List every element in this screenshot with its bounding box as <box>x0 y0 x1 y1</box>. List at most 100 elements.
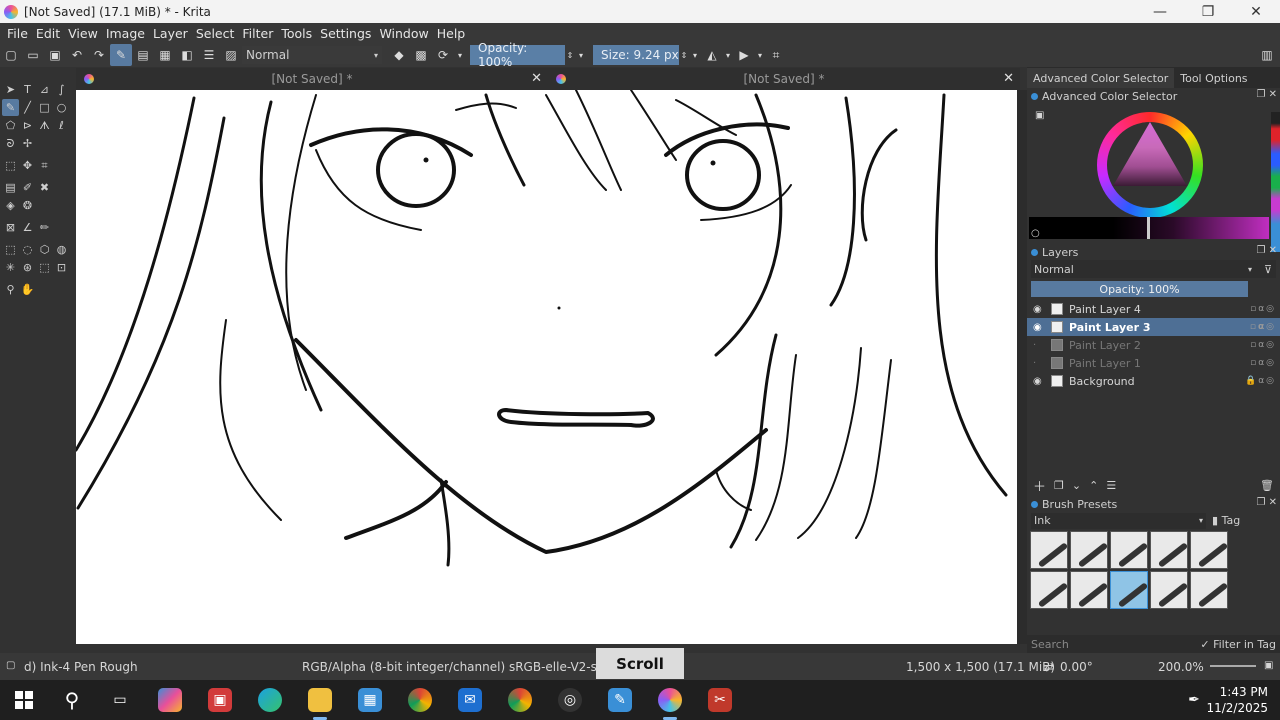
brush-preset-icon[interactable]: ▨ <box>220 44 242 66</box>
save-icon[interactable]: ▣ <box>44 44 66 66</box>
chevron-down-icon[interactable]: ▾ <box>454 44 466 66</box>
move-down-icon[interactable]: ⌄ <box>1072 479 1081 492</box>
maximize-button[interactable]: ❐ <box>1184 0 1232 23</box>
zoom-tool-icon[interactable]: ⚲ <box>2 281 19 298</box>
move-tool-icon[interactable]: ✥ <box>19 157 36 174</box>
layer-row[interactable]: · Paint Layer 1 ▫α◎ <box>1027 354 1280 372</box>
drawing-canvas[interactable] <box>76 90 1017 644</box>
chevron-down-icon[interactable]: ▾ <box>575 44 587 66</box>
layer-row[interactable]: · Paint Layer 2 ▫α◎ <box>1027 336 1280 354</box>
pen-menu-icon[interactable]: ✒ <box>1182 688 1206 712</box>
layer-menu-icon[interactable]: ☰ <box>1106 479 1116 492</box>
crop-tool-icon[interactable]: ⌗ <box>36 157 53 174</box>
float-close-icon[interactable]: ❐ ✕ <box>1256 497 1277 508</box>
contiguous-select-tool-icon[interactable]: ✳ <box>2 259 19 276</box>
color-history-strip[interactable] <box>1271 112 1280 252</box>
chevron-down-icon[interactable]: ▾ <box>755 44 765 66</box>
freehand-brush-tool-icon[interactable]: ✎ <box>2 99 19 116</box>
brush-preset-item[interactable] <box>1030 531 1068 569</box>
color-picker-tool-icon[interactable]: ✐ <box>19 179 36 196</box>
add-layer-icon[interactable]: ＋ <box>1033 476 1046 495</box>
layer-blend-mode-select[interactable]: Normal ▾ ⊽ <box>1031 260 1276 278</box>
fullscreen-icon[interactable]: ▣ <box>1264 660 1273 671</box>
ellipse-select-tool-icon[interactable]: ◌ <box>19 241 36 258</box>
brush-preset-item-active[interactable] <box>1110 571 1148 609</box>
select-shapes-tool-icon[interactable]: ➤ <box>2 81 19 98</box>
minimize-button[interactable]: — <box>1136 0 1184 23</box>
layer-row[interactable]: ◉ Background 🔒α◎ <box>1027 372 1280 390</box>
rotation-icon[interactable]: ⇄ <box>1044 660 1054 674</box>
obs-icon[interactable]: ◎ <box>558 688 582 712</box>
assistant-tool-icon[interactable]: ⊠ <box>2 219 19 236</box>
transform-tool-icon[interactable]: ⬚ <box>2 157 19 174</box>
float-close-icon[interactable]: ❐ ✕ <box>1256 89 1277 100</box>
undo-icon[interactable]: ↶ <box>66 44 88 66</box>
brush-preset-item[interactable] <box>1150 571 1188 609</box>
close-window-button[interactable]: ✕ <box>1232 0 1280 23</box>
freehand-select-tool-icon[interactable]: ◍ <box>53 241 70 258</box>
ellipse-tool-icon[interactable]: ○ <box>53 99 70 116</box>
reference-tool-icon[interactable]: ✏ <box>36 219 53 236</box>
copilot-icon[interactable] <box>158 688 182 712</box>
layer-row[interactable]: ◉ Paint Layer 4 ▫α◎ <box>1027 300 1280 318</box>
tab-tool-options[interactable]: Tool Options <box>1174 68 1253 88</box>
brush-preset-item[interactable] <box>1070 531 1108 569</box>
search-icon[interactable]: ⚲ <box>60 688 84 712</box>
mail-icon[interactable]: ✉ <box>458 688 482 712</box>
menu-file[interactable]: File <box>3 26 32 41</box>
lightness-handle[interactable] <box>1147 217 1150 239</box>
eye-icon[interactable]: ◉ <box>1033 322 1047 333</box>
tag-button[interactable]: ▮ Tag <box>1212 514 1240 527</box>
duplicate-layer-icon[interactable]: ❐ <box>1054 479 1064 492</box>
fg-bg-color-icon[interactable]: ◧ <box>176 44 198 66</box>
file-explorer-icon[interactable] <box>308 688 332 712</box>
brush-tag-select[interactable]: Ink ▾ <box>1031 512 1206 529</box>
close-tab-button[interactable]: ✕ <box>1003 71 1014 86</box>
move-up-icon[interactable]: ⌃ <box>1089 479 1098 492</box>
snipping-tool-icon[interactable]: ✂ <box>708 688 732 712</box>
eye-hidden-icon[interactable]: · <box>1033 358 1047 369</box>
polygon-select-tool-icon[interactable]: ⬡ <box>36 241 53 258</box>
brush-preset-item[interactable] <box>1190 531 1228 569</box>
rotation-value[interactable]: 0.00° <box>1060 660 1093 674</box>
dynamic-brush-tool-icon[interactable]: ᘐ <box>2 135 19 152</box>
rectangle-tool-icon[interactable]: □ <box>36 99 53 116</box>
bezier-select-tool-icon[interactable]: ⬚ <box>36 259 53 276</box>
freehand-path-tool-icon[interactable]: ℓ <box>53 117 70 134</box>
float-close-icon[interactable]: ❐ ✕ <box>1256 245 1277 256</box>
canvas-vertical-scrollbar[interactable] <box>1017 90 1027 644</box>
opacity-slider[interactable]: Opacity: 100% <box>470 41 565 69</box>
lightness-slider[interactable] <box>1029 217 1269 239</box>
chevron-down-icon[interactable]: ▾ <box>689 44 701 66</box>
menu-help[interactable]: Help <box>433 26 470 41</box>
menu-filter[interactable]: Filter <box>238 26 277 41</box>
opacity-spin-icon[interactable]: ⇕ <box>565 44 575 66</box>
filter-icon[interactable]: ⊽ <box>1264 263 1272 276</box>
brush-preset-item[interactable] <box>1150 531 1188 569</box>
layer-flags-icon[interactable]: ▫α◎ <box>1250 340 1276 350</box>
measure-tool-icon[interactable]: ∠ <box>19 219 36 236</box>
menu-edit[interactable]: Edit <box>32 26 64 41</box>
open-folder-icon[interactable]: ▭ <box>22 44 44 66</box>
brush-search-input[interactable]: Search ✓ Filter in Tag <box>1027 635 1280 653</box>
eye-icon[interactable]: ◉ <box>1033 304 1047 315</box>
layer-opacity-slider[interactable]: Opacity: 100% <box>1031 281 1248 297</box>
gradient-tool-icon[interactable]: ▤ <box>2 179 19 196</box>
chrome-icon[interactable] <box>408 688 432 712</box>
delete-layer-icon[interactable]: 🗑 <box>1260 479 1274 492</box>
similar-select-tool-icon[interactable]: ⊛ <box>19 259 36 276</box>
eye-hidden-icon[interactable]: · <box>1033 340 1047 351</box>
new-document-icon[interactable]: ▢ <box>0 44 22 66</box>
layer-flags-icon[interactable]: ▫α◎ <box>1250 304 1276 314</box>
brush-preset-item[interactable] <box>1070 571 1108 609</box>
menu-select[interactable]: Select <box>192 26 239 41</box>
store-icon[interactable]: ▦ <box>358 688 382 712</box>
text-tool-icon[interactable]: T <box>19 81 36 98</box>
brush-editor-icon[interactable]: ✎ <box>110 44 132 66</box>
paint-app-icon[interactable]: ✎ <box>608 688 632 712</box>
tab-document-2[interactable]: [Not Saved] * ✕ <box>548 68 1020 90</box>
mirror-horizontal-icon[interactable]: ◭ <box>701 44 723 66</box>
eraser-icon[interactable]: ◆ <box>388 44 410 66</box>
color-settings-icon[interactable]: ▣ <box>1035 110 1044 121</box>
dock-toggle-icon[interactable]: ▥ <box>1256 44 1278 66</box>
